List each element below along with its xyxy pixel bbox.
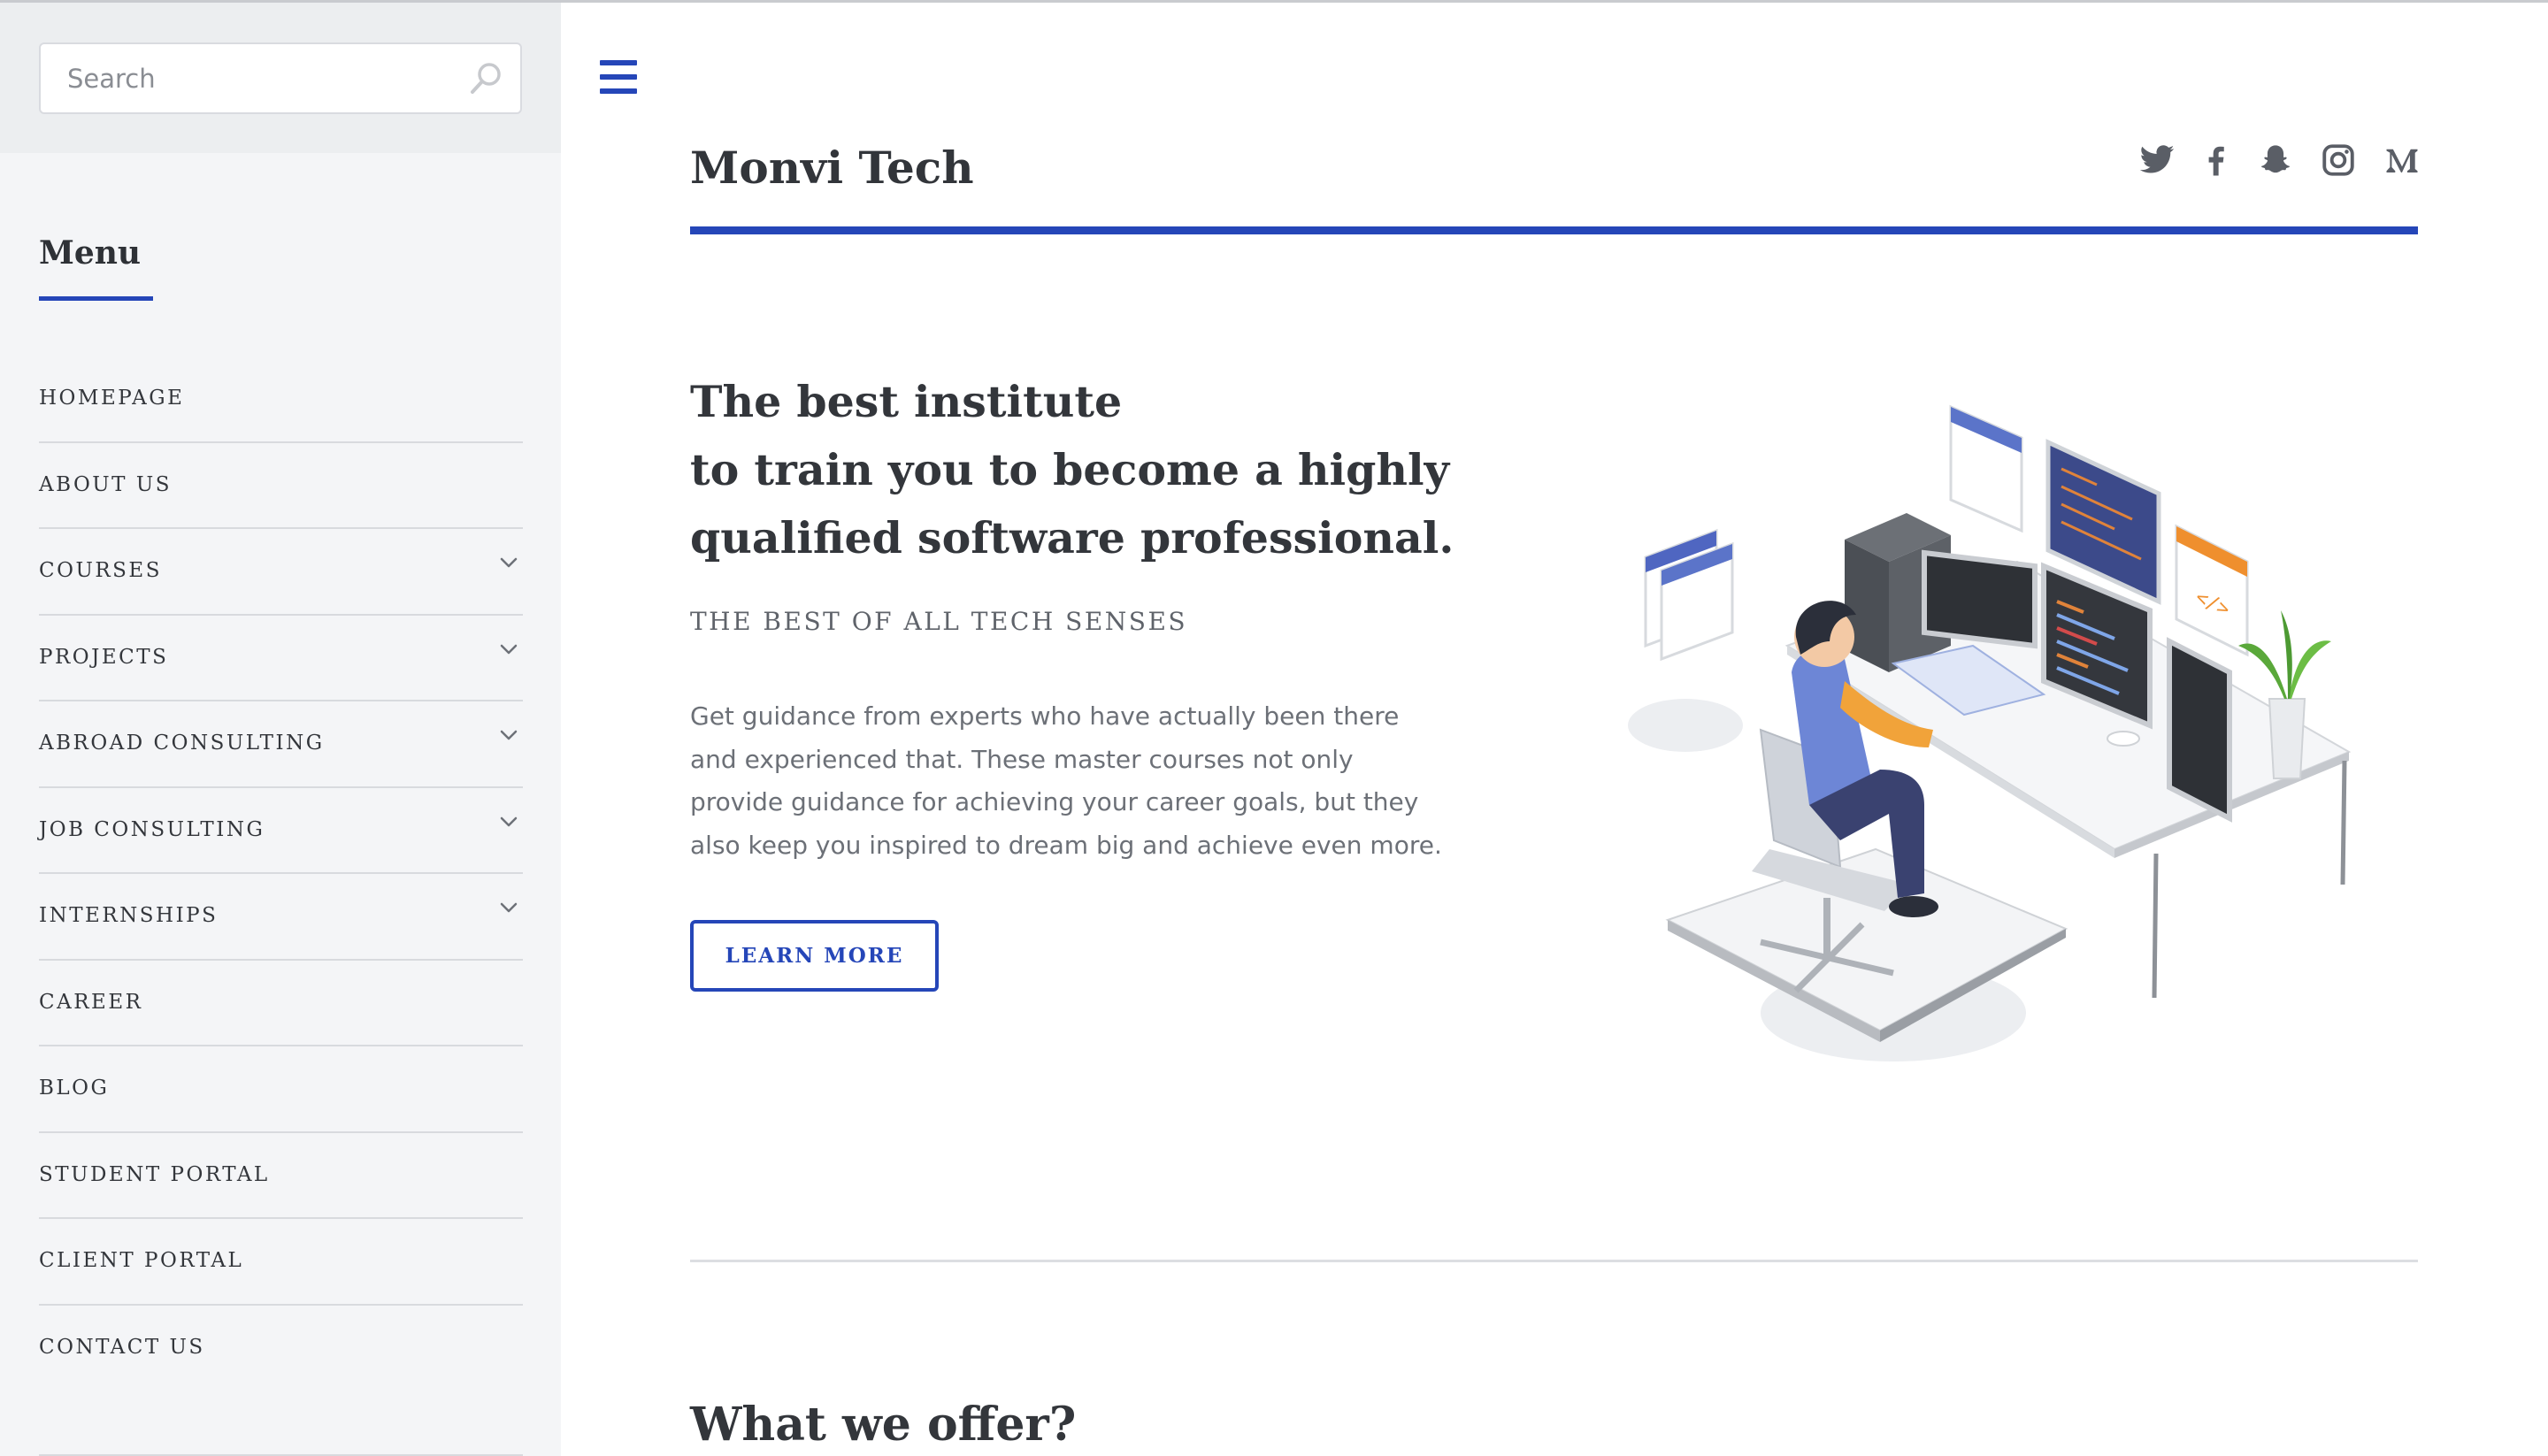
sidebar-item-career[interactable]: CAREER bbox=[39, 961, 523, 1046]
search-box[interactable] bbox=[39, 42, 522, 114]
chevron-down-icon[interactable] bbox=[495, 808, 523, 836]
sidebar-item-client-portal[interactable]: CLIENT PORTAL bbox=[39, 1219, 523, 1306]
sidebar-item-label: COURSES bbox=[39, 559, 162, 582]
menu-title: Menu bbox=[39, 234, 142, 272]
sidebar-item-projects[interactable]: PROJECTS bbox=[39, 616, 523, 701]
chevron-down-icon[interactable] bbox=[495, 893, 523, 922]
sidebar-item-label: CAREER bbox=[39, 990, 143, 1014]
search-area bbox=[0, 3, 561, 153]
sidebar-item-courses[interactable]: COURSES bbox=[39, 529, 523, 616]
sidebar-item-about-us[interactable]: ABOUT US bbox=[39, 443, 523, 529]
header-underline bbox=[690, 226, 2418, 234]
section-divider bbox=[690, 1260, 2418, 1262]
sidebar-item-internships[interactable]: INTERNSHIPS bbox=[39, 874, 523, 961]
hero-heading-line: to train you to become a highly bbox=[690, 444, 1450, 495]
twitter-icon[interactable] bbox=[2138, 142, 2176, 179]
sidebar-item-label: ABOUT US bbox=[39, 472, 172, 496]
search-input[interactable] bbox=[41, 44, 448, 112]
chevron-down-icon[interactable] bbox=[495, 721, 523, 749]
sidebar-item-label: STUDENT PORTAL bbox=[39, 1162, 270, 1186]
sidebar-item-label: JOB CONSULTING bbox=[39, 817, 265, 841]
sidebar-nav: HOMEPAGE ABOUT US COURSES PROJECTS ABROAD CO… bbox=[39, 356, 523, 1391]
sidebar-item-label: BLOG bbox=[39, 1077, 110, 1100]
hero-description: Get guidance from experts who have actua… bbox=[690, 701, 1442, 860]
snapchat-icon[interactable] bbox=[2257, 142, 2294, 179]
chevron-down-icon[interactable] bbox=[495, 548, 523, 577]
hero-heading-line: The best institute bbox=[690, 376, 1123, 427]
menu-title-underline bbox=[39, 296, 153, 301]
sidebar-item-label: INTERNSHIPS bbox=[39, 904, 219, 927]
sidebar-item-contact-us[interactable]: CONTACT US bbox=[39, 1306, 523, 1392]
sidebar-item-label: ABROAD CONSULTING bbox=[39, 732, 325, 755]
sidebar-item-label: CLIENT PORTAL bbox=[39, 1249, 244, 1272]
search-icon[interactable] bbox=[467, 60, 504, 97]
sidebar-item-abroad-consulting[interactable]: ABROAD CONSULTING bbox=[39, 701, 523, 788]
hero-tagline: THE BEST OF ALL TECH SENSES bbox=[690, 607, 1188, 636]
hamburger-menu-icon[interactable] bbox=[600, 60, 637, 94]
sidebar-item-job-consulting[interactable]: JOB CONSULTING bbox=[39, 788, 523, 874]
sidebar-item-homepage[interactable]: HOMEPAGE bbox=[39, 356, 523, 443]
sidebar-item-student-portal[interactable]: STUDENT PORTAL bbox=[39, 1133, 523, 1219]
developer-workstation-illustration: </> bbox=[1628, 404, 2352, 1061]
learn-more-button[interactable]: LEARN MORE bbox=[690, 920, 939, 992]
sidebar-item-label: PROJECTS bbox=[39, 645, 169, 669]
sidebar-item-label: CONTACT US bbox=[39, 1335, 205, 1359]
hero-heading-line: qualified software professional. bbox=[690, 512, 1454, 563]
sidebar-item-label: HOMEPAGE bbox=[39, 387, 185, 410]
sidebar-item-blog[interactable]: BLOG bbox=[39, 1046, 523, 1133]
offer-section-title: What we offer? bbox=[690, 1398, 1077, 1452]
chevron-down-icon[interactable] bbox=[495, 635, 523, 663]
site-title[interactable]: Monvi Tech bbox=[690, 142, 974, 194]
facebook-icon[interactable] bbox=[2198, 142, 2235, 179]
instagram-icon[interactable] bbox=[2320, 142, 2357, 179]
medium-icon[interactable] bbox=[2383, 142, 2421, 179]
hero-heading: The best institute to train you to becom… bbox=[690, 368, 1486, 572]
sidebar: Menu HOMEPAGE ABOUT US COURSES PROJECTS ABRO… bbox=[0, 3, 561, 1456]
